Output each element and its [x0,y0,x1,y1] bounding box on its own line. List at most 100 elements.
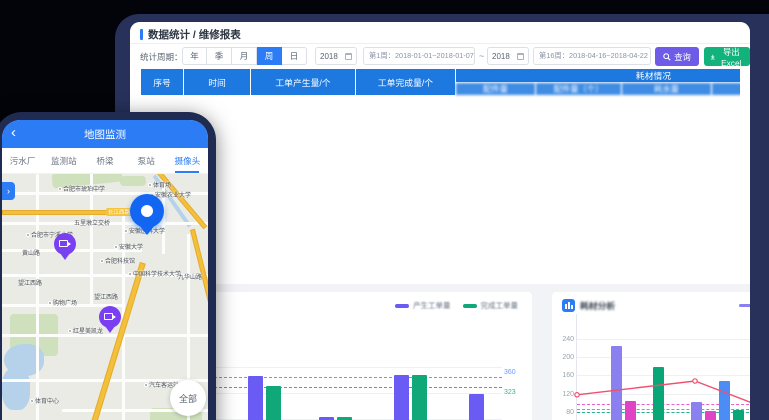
y-axis-tick: 240 [556,336,574,343]
phone-tab-污水厂[interactable]: 污水厂 [2,148,43,173]
map-poi-label: 合肥科技馆 [100,256,135,265]
chart-legend: 产生工单量 完成工单量 [395,300,518,311]
y-axis-tick: 160 [556,372,574,379]
lake [2,368,30,410]
map-poi-label: 体育中心 [30,396,59,405]
phone-frame: ‹ 地图监测 污水厂监测站桥梁泵站摄像头 [0,112,216,420]
map-poi-label: 合肥市琥珀中学 [58,184,105,193]
screenshot-stage: 数据统计 / 维修报表 统计周期： 年季月周日 2018 第1周：2018-01… [0,0,769,420]
period-option-周[interactable]: 周 [257,47,282,65]
start-year-select[interactable]: 2018 [315,47,357,65]
phone-tab-泵站[interactable]: 泵站 [126,148,167,173]
bar-group [469,314,502,420]
column-header: 工单完成量/个 [356,69,456,96]
camera-pin-icon[interactable] [99,306,121,328]
column-header: 工单产生量/个 [251,69,356,96]
back-icon[interactable]: ‹ [11,125,16,141]
y-axis-tick: 80 [556,409,574,416]
column-header: 序号 [141,69,184,96]
period-option-季[interactable]: 季 [207,47,232,65]
bar-group [248,314,281,420]
page-title: 数据统计 / 维修报表 [148,27,241,42]
search-icon [663,53,671,61]
filter-bar: 统计周期： 年季月周日 2018 第1周：2018-01-01~2018-01-… [130,44,750,68]
query-button[interactable]: 查询 [655,47,699,66]
calendar-icon [345,53,352,60]
breadcrumb: 数据统计 / 维修报表 [140,27,241,42]
bar[interactable] [248,376,263,420]
sub-column-header: 配件量（个） [536,83,622,96]
chart-title-row: 耗材分析 [562,299,615,312]
legend-item: 完成工单量 [463,300,519,311]
y-axis-tick: 200 [556,354,574,361]
phone-tab-摄像头[interactable]: 摄像头 [167,148,208,173]
chart-title: 耗材分析 [580,299,615,312]
map-all-button[interactable]: 全部 [170,380,206,416]
legend-item: 产生工单量 [395,300,451,311]
sub-column-header: 水量 [712,83,741,96]
highway [84,262,145,420]
sub-column-header: 耗水量 [622,83,712,96]
phone-app-bar: ‹ 地图监测 [2,120,208,148]
period-option-月[interactable]: 月 [232,47,257,65]
charts-row: 产生工单量完成工单量 360323 耗材分析 4080120160200240 [140,292,750,420]
park-area [120,176,146,186]
end-week-input[interactable]: 第16周：2018-04-16~2018-04-22 [533,47,651,65]
phone-tab-桥梁[interactable]: 桥梁 [84,148,125,173]
road [2,334,208,337]
trend-line [577,330,750,420]
export-excel-button[interactable]: 导出Excel [704,47,750,66]
bar[interactable] [412,375,427,420]
road [90,174,93,304]
group-header: 耗材情况 [456,69,741,83]
report-table-container[interactable]: 序号时间工单产生量/个工单完成量/个耗材情况配件量配件量（个）耗水量水量 [140,68,740,278]
report-panel: 数据统计 / 维修报表 统计周期： 年季月周日 2018 第1周：2018-01… [130,22,750,284]
end-year-select[interactable]: 2018 [487,47,529,65]
start-year-value: 2018 [320,52,338,61]
bar[interactable] [469,394,484,420]
bar[interactable] [394,375,409,420]
map-view[interactable]: 长江西路 › 全部 合肥市琥珀中学体育场安徽农业大学五里墩立交桥合肥市宁溪小学安… [2,174,208,420]
start-week-input[interactable]: 第1周：2018-01-01~2018-01-07 [363,47,475,65]
bar[interactable] [266,386,281,420]
consumables-bar-plot: 4080120160200240 [576,314,750,420]
highway [190,229,208,312]
phone-title: 地图监测 [84,127,126,142]
period-option-日[interactable]: 日 [282,47,307,65]
map-poi-label: 望江西路 [94,292,118,301]
report-table: 序号时间工单产生量/个工单完成量/个耗材情况配件量配件量（个）耗水量水量 [140,68,740,96]
map-poi-label: 体育场 [148,180,171,189]
query-label: 查询 [674,51,691,63]
period-label: 统计周期： [140,51,183,63]
road-name-badge: 长江西路 [106,208,132,216]
accent-bar [140,29,143,40]
sub-column-header: 配件量 [456,83,536,96]
period-option-年[interactable]: 年 [182,47,207,65]
bar-chart-icon [562,299,575,312]
end-year-value: 2018 [492,52,510,61]
dashboard-card: 数据统计 / 维修报表 统计周期： 年季月周日 2018 第1周：2018-01… [130,22,750,420]
selected-location-pin-icon[interactable] [130,194,164,228]
column-header: 时间 [184,69,251,96]
calendar-icon [517,53,524,60]
consumables-chart-card: 耗材分析 4080120160200240 [552,292,750,420]
bar-group [319,314,352,420]
y-axis-tick: 120 [556,391,574,398]
export-label: 导出Excel [719,46,744,68]
map-poi-label: 中国科学技术大学 [128,269,181,278]
map-poi-label: 九华山路 [178,272,202,281]
map-poi-label: 五里墩立交桥 [74,218,110,227]
map-poi-label: 红星美凯龙 [68,326,103,335]
map-expander-button[interactable]: › [2,182,15,200]
phone-screen: ‹ 地图监测 污水厂监测站桥梁泵站摄像头 [2,120,208,420]
map-poi-label: 黄山路 [22,248,40,257]
map-poi-label: 望江西路 [18,278,42,287]
period-segmented-control: 年季月周日 [182,47,307,65]
map-poi-label: 购物广场 [48,298,77,307]
phone-tab-bar: 污水厂监测站桥梁泵站摄像头 [2,148,208,174]
clipped-legend-pill [739,304,750,307]
bar-group [394,314,427,420]
camera-pin-icon[interactable] [54,233,76,255]
download-icon [710,53,716,61]
phone-tab-监测站[interactable]: 监测站 [43,148,84,173]
